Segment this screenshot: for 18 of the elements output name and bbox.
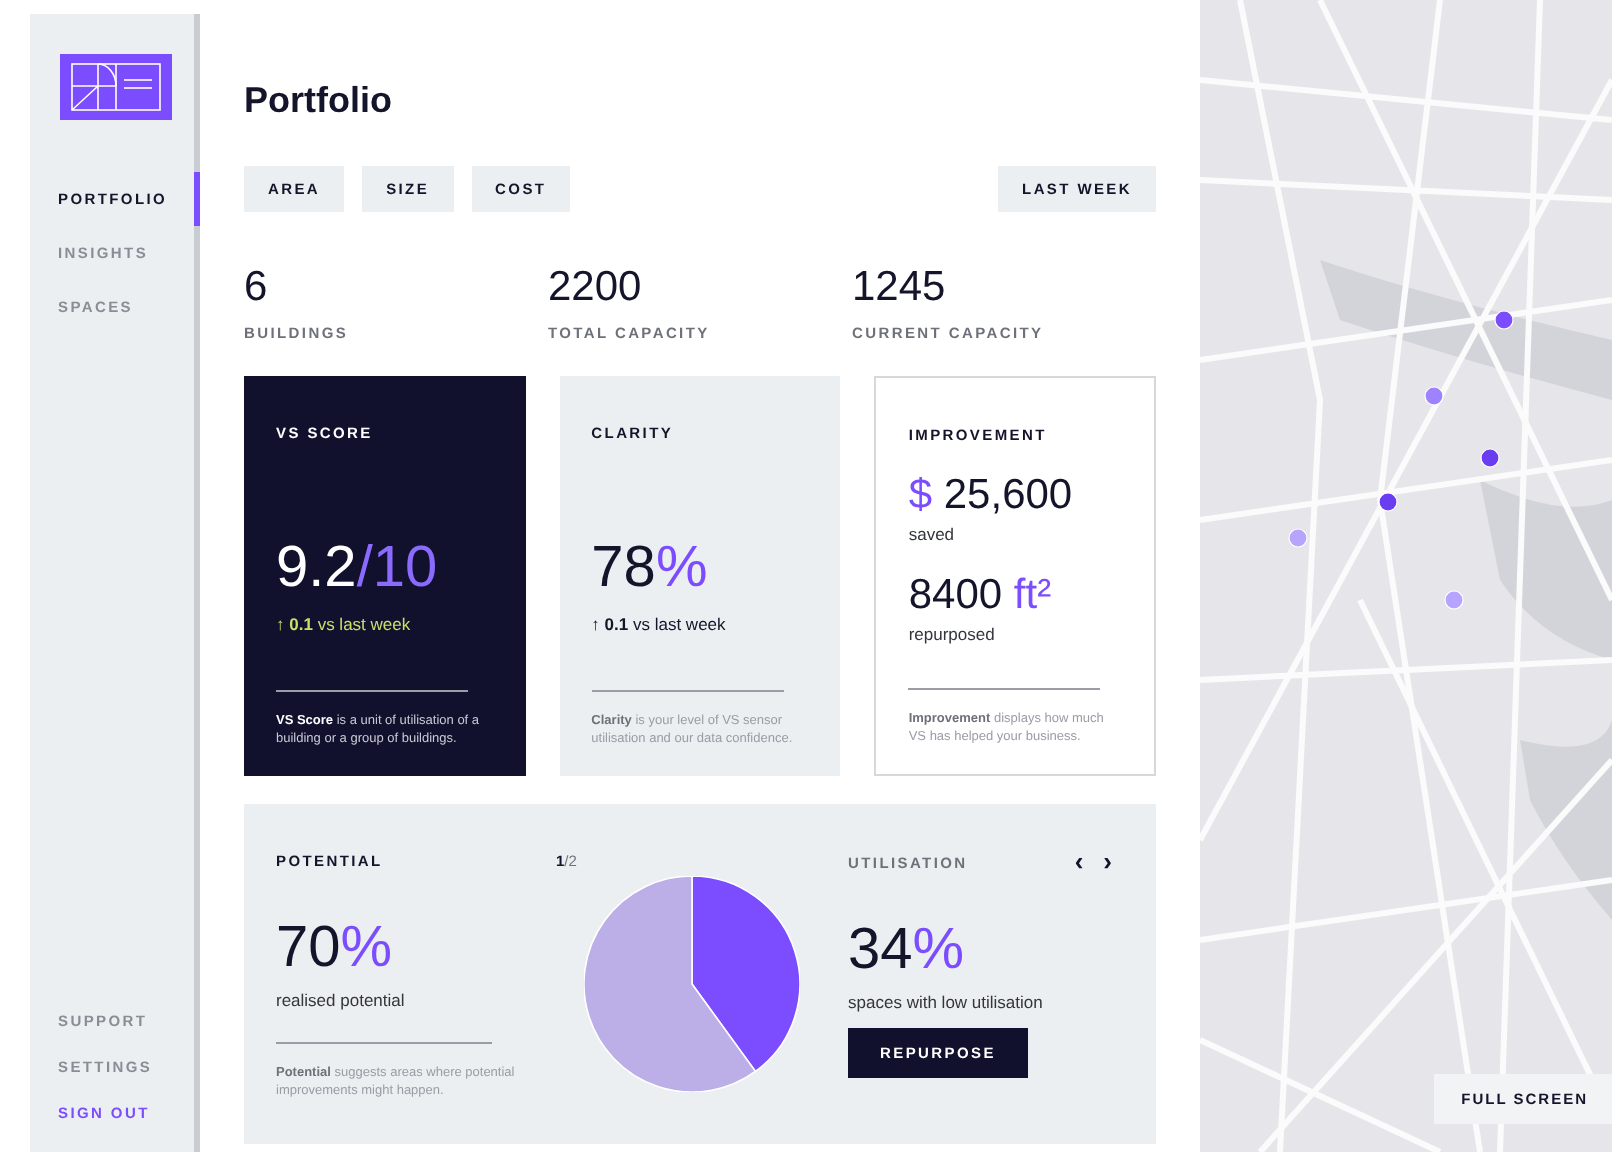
score-value: 78% <box>591 535 710 602</box>
change-text: ↑ 0.1 vs last week <box>591 613 728 634</box>
stat-value: 6 <box>244 264 270 312</box>
utilisation-value: 34% <box>848 918 967 984</box>
map-drawing[interactable] <box>1200 0 1612 1152</box>
potential-value: 70% <box>276 916 395 982</box>
metric-value: 8400 ft² <box>908 572 1054 620</box>
score-value: 9.2/10 <box>276 535 440 602</box>
stat-value: 1245 <box>852 264 948 312</box>
potential-caption: realised potential <box>276 990 407 1010</box>
logo-icon <box>60 54 172 120</box>
stat-value: 2200 <box>548 264 644 312</box>
change-text: ↑ 0.1 vs last week <box>276 613 413 634</box>
utilisation-caption: spaces with low utilisation <box>848 992 1045 1012</box>
page-title: Portfolio <box>244 80 394 122</box>
metric-value: $ 25,600 <box>908 472 1075 520</box>
metric-caption: repurposed <box>908 624 997 644</box>
metric-caption: saved <box>908 524 957 544</box>
